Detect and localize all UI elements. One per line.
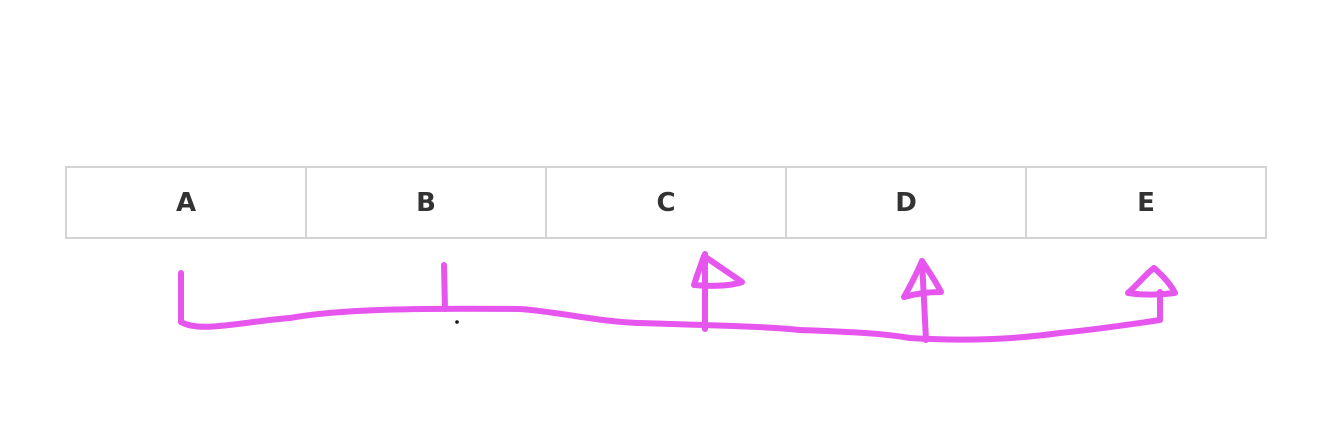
whiteboard-canvas[interactable]: A B C D E: [0, 0, 1330, 426]
arrow-c-head: [691, 253, 745, 289]
bracket-line: [178, 305, 1163, 343]
tick-b: [441, 262, 448, 312]
hand-drawn-annotation: [178, 251, 1178, 343]
stray-dot: [455, 320, 459, 324]
arrow-e-head: [1125, 265, 1178, 298]
arrow-d-shaft: [919, 258, 929, 343]
